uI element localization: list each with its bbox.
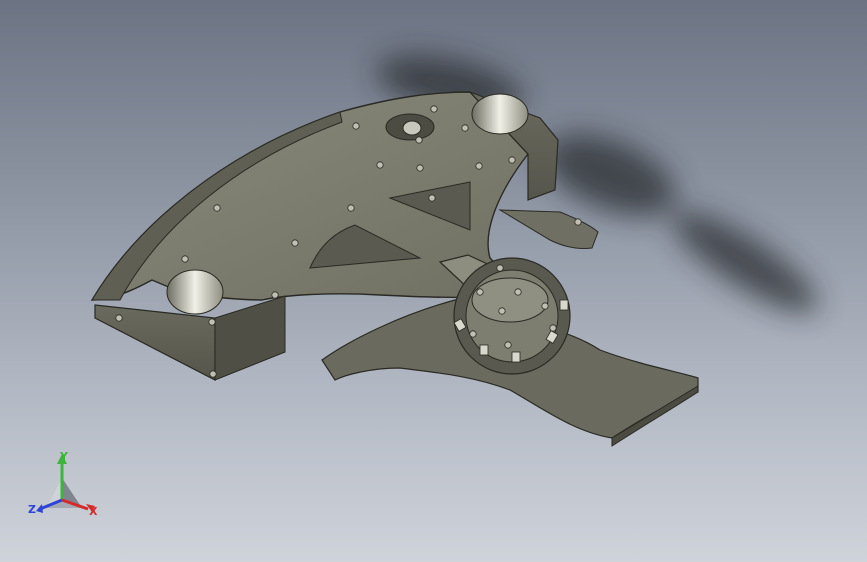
drive-hub — [453, 257, 571, 375]
graphics-viewport[interactable]: Y Z X — [0, 0, 867, 562]
view-orientation-triad[interactable]: Y Z X — [26, 448, 106, 522]
triad-y-label: Y — [60, 450, 68, 463]
triad-x-label: X — [89, 505, 98, 518]
triad-z-label: Z — [28, 503, 36, 516]
cad-assembly-model[interactable] — [0, 0, 867, 562]
